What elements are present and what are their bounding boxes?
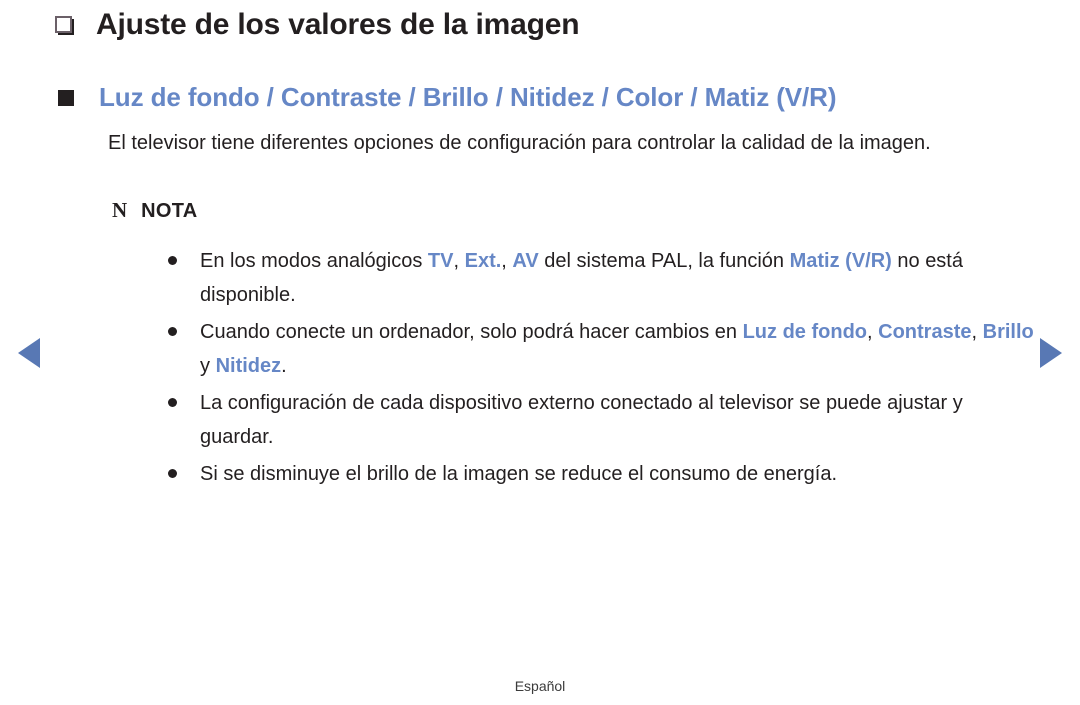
footer-language: Español [514, 678, 566, 694]
plain-text: y [200, 355, 216, 377]
highlighted-term: Ext. [464, 250, 502, 272]
highlighted-term: Matiz (V/R) [789, 250, 892, 272]
filled-square-bullet-icon [58, 89, 74, 106]
body-paragraph: El televisor tiene diferentes opciones d… [108, 132, 931, 154]
plain-text: , [867, 321, 879, 343]
plain-text: del sistema PAL, la función [538, 250, 790, 272]
manual-page: Ajuste de los valores de la imagen Luz d… [0, 0, 1080, 705]
highlighted-term: Nitidez [215, 355, 282, 377]
note-list-item: Cuando conecte un ordenador, solo podrá … [168, 315, 1038, 383]
note-item-text: Cuando conecte un ordenador, solo podrá … [200, 315, 1038, 383]
triangle-right-icon[interactable] [1040, 338, 1062, 368]
bullet-dot-icon [168, 327, 177, 336]
plain-text: , [453, 250, 465, 272]
section-subtitle-row: Luz de fondo / Contraste / Brillo / Niti… [58, 82, 836, 113]
page-title: Ajuste de los valores de la imagen [96, 8, 580, 41]
plain-text: . [281, 355, 287, 377]
section-subtitle: Luz de fondo / Contraste / Brillo / Niti… [99, 82, 837, 112]
note-list: En los modos analógicos TV, Ext., AV del… [168, 244, 1038, 494]
note-heading: N NOTA [112, 198, 198, 223]
highlighted-term: AV [512, 250, 539, 272]
page-title-row: Ajuste de los valores de la imagen [55, 8, 580, 42]
note-list-item: En los modos analógicos TV, Ext., AV del… [168, 244, 1038, 312]
plain-text: , [501, 250, 513, 272]
plain-text: Cuando conecte un ordenador, solo podrá … [200, 321, 743, 343]
note-item-text: Si se disminuye el brillo de la imagen s… [200, 457, 1038, 491]
bullet-dot-icon [168, 469, 177, 478]
note-list-item: La configuración de cada dispositivo ext… [168, 386, 1038, 454]
plain-text: , [971, 321, 983, 343]
highlighted-term: Brillo [982, 321, 1034, 343]
note-label: NOTA [141, 200, 198, 222]
triangle-left-icon[interactable] [18, 338, 40, 368]
plain-text: La configuración de cada dispositivo ext… [200, 392, 963, 448]
highlighted-term: Luz de fondo [742, 321, 868, 343]
page-square-icon [55, 15, 74, 35]
plain-text: Si se disminuye el brillo de la imagen s… [200, 463, 838, 485]
note-item-text: En los modos analógicos TV, Ext., AV del… [200, 244, 1038, 312]
bullet-dot-icon [168, 256, 177, 265]
highlighted-term: Contraste [878, 321, 972, 343]
note-item-text: La configuración de cada dispositivo ext… [200, 386, 1038, 454]
bullet-dot-icon [168, 398, 177, 407]
note-list-item: Si se disminuye el brillo de la imagen s… [168, 457, 1038, 491]
note-n-glyph-icon: N [112, 198, 128, 222]
highlighted-term: TV [427, 250, 454, 272]
plain-text: En los modos analógicos [200, 250, 428, 272]
